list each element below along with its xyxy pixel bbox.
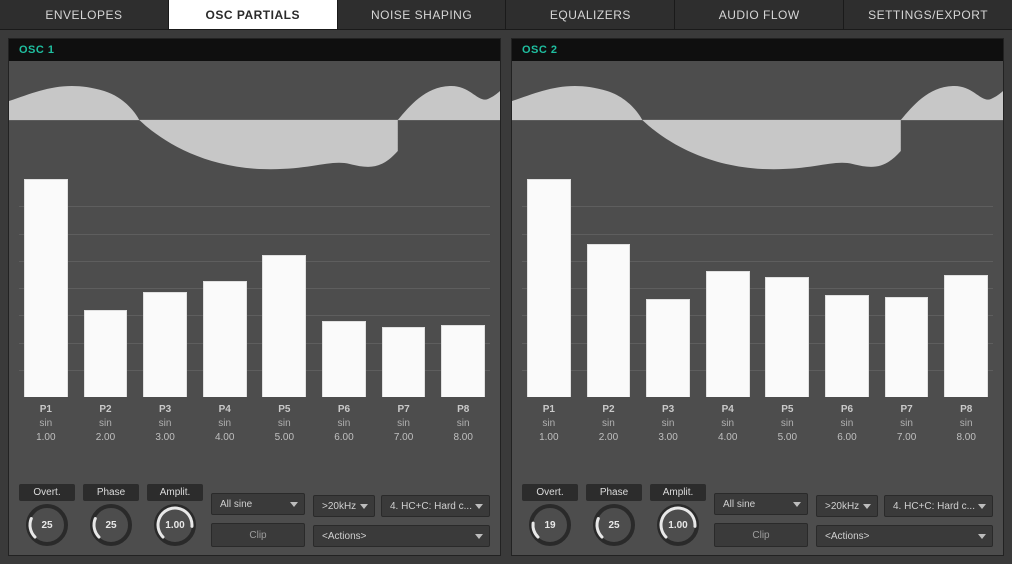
waveform-display[interactable] [9,61,500,179]
overt-knob-dial[interactable]: 19 [528,503,572,547]
partial-bar[interactable] [882,179,932,397]
partial-label: P2sin2.00 [584,403,634,445]
phase-knob-value: 25 [592,503,636,547]
actions-dropdown[interactable]: <Actions> [816,525,993,547]
partial-bar[interactable] [379,179,429,397]
partial-bar[interactable] [584,179,634,397]
partial-label: P6sin6.00 [822,403,872,445]
partial-bar[interactable] [524,179,574,397]
freq-limit-dropdown[interactable]: >20kHz [816,495,878,517]
amplit-knob-dial[interactable]: 1.00 [153,503,197,547]
tab-noise-shaping[interactable]: NOISE SHAPING [338,0,507,29]
partial-bar[interactable] [643,179,693,397]
amplit-knob-label: Amplit. [147,484,203,501]
amplit-knob-value: 1.00 [656,503,700,547]
partial-bar[interactable] [21,179,71,397]
chevron-down-icon [475,504,483,509]
tab-equalizers[interactable]: EQUALIZERS [506,0,675,29]
chevron-down-icon [793,502,801,507]
hc-preset-dropdown[interactable]: 4. HC+C: Hard c... [884,495,993,517]
partial-label: P7sin7.00 [379,403,429,445]
partial-bar[interactable] [438,179,488,397]
amplit-knob[interactable]: Amplit. 1.00 [650,484,706,547]
partial-bar[interactable] [941,179,991,397]
overt-knob-dial[interactable]: 25 [25,503,69,547]
tab-envelopes[interactable]: ENVELOPES [0,0,169,29]
partial-bar[interactable] [319,179,369,397]
partial-bar[interactable] [703,179,753,397]
wave-preset-dropdown[interactable]: All sine [714,493,808,515]
partials-chart: P1sin1.00 P2sin2.00 P3sin3.00 P4sin4.00 … [512,179,1003,480]
amplit-knob-label: Amplit. [650,484,706,501]
waveform-display[interactable] [512,61,1003,179]
overt-knob-label: Overt. [522,484,578,501]
partial-label: P3sin3.00 [140,403,190,445]
partial-labels: P1sin1.00 P2sin2.00 P3sin3.00 P4sin4.00 … [19,397,490,449]
chevron-down-icon [290,502,298,507]
tab-osc-partials[interactable]: OSC PARTIALS [169,0,338,29]
tab-audio-flow[interactable]: AUDIO FLOW [675,0,844,29]
phase-knob-dial[interactable]: 25 [592,503,636,547]
partial-bar[interactable] [140,179,190,397]
overt-knob[interactable]: Overt. 25 [19,484,75,547]
partial-label: P8sin8.00 [941,403,991,445]
partial-label: P7sin7.00 [882,403,932,445]
partials-chart: P1sin1.00 P2sin2.00 P3sin3.00 P4sin4.00 … [9,179,500,480]
partial-bar[interactable] [260,179,310,397]
partials-chart-area[interactable] [522,179,993,397]
overt-knob[interactable]: Overt. 19 [522,484,578,547]
controls-row: Overt. 25 Phase 25 Amplit. 1.00 All sine… [9,480,500,555]
chevron-down-icon [475,534,483,539]
amplit-knob-value: 1.00 [153,503,197,547]
wave-preset-dropdown[interactable]: All sine [211,493,305,515]
actions-dropdown[interactable]: <Actions> [313,525,490,547]
partial-label: P2sin2.00 [81,403,131,445]
chevron-down-icon [978,504,986,509]
phase-knob[interactable]: Phase 25 [83,484,139,547]
partials-chart-area[interactable] [19,179,490,397]
osc1-panel: OSC 1 P1sin1.00 P2sin2.00 P3sin3.00 P4si… [8,38,501,556]
main-area: OSC 1 P1sin1.00 P2sin2.00 P3sin3.00 P4si… [0,30,1012,564]
phase-knob-label: Phase [586,484,642,501]
clip-button[interactable]: Clip [714,523,808,547]
controls-row: Overt. 19 Phase 25 Amplit. 1.00 All sine… [512,480,1003,555]
hc-preset-dropdown[interactable]: 4. HC+C: Hard c... [381,495,490,517]
partial-label: P8sin8.00 [438,403,488,445]
partial-label: P4sin4.00 [200,403,250,445]
phase-knob-value: 25 [89,503,133,547]
partial-bar[interactable] [763,179,813,397]
partial-label: P6sin6.00 [319,403,369,445]
clip-button[interactable]: Clip [211,523,305,547]
amplit-knob-dial[interactable]: 1.00 [656,503,700,547]
tab-settings-export[interactable]: SETTINGS/EXPORT [844,0,1012,29]
partial-label: P1sin1.00 [21,403,71,445]
tab-bar: ENVELOPES OSC PARTIALS NOISE SHAPING EQU… [0,0,1012,30]
osc-title: OSC 2 [512,39,1003,61]
amplit-knob[interactable]: Amplit. 1.00 [147,484,203,547]
overt-knob-label: Overt. [19,484,75,501]
partial-label: P3sin3.00 [643,403,693,445]
phase-knob-label: Phase [83,484,139,501]
osc-title: OSC 1 [9,39,500,61]
phase-knob[interactable]: Phase 25 [586,484,642,547]
partial-labels: P1sin1.00 P2sin2.00 P3sin3.00 P4sin4.00 … [522,397,993,449]
partial-label: P5sin5.00 [763,403,813,445]
partial-label: P4sin4.00 [703,403,753,445]
overt-knob-value: 25 [25,503,69,547]
chevron-down-icon [360,504,368,509]
overt-knob-value: 19 [528,503,572,547]
partial-bar[interactable] [81,179,131,397]
chevron-down-icon [978,534,986,539]
freq-limit-dropdown[interactable]: >20kHz [313,495,375,517]
partial-label: P5sin5.00 [260,403,310,445]
osc2-panel: OSC 2 P1sin1.00 P2sin2.00 P3sin3.00 P4si… [511,38,1004,556]
partial-bar[interactable] [822,179,872,397]
chevron-down-icon [863,504,871,509]
partial-bar[interactable] [200,179,250,397]
partial-label: P1sin1.00 [524,403,574,445]
phase-knob-dial[interactable]: 25 [89,503,133,547]
